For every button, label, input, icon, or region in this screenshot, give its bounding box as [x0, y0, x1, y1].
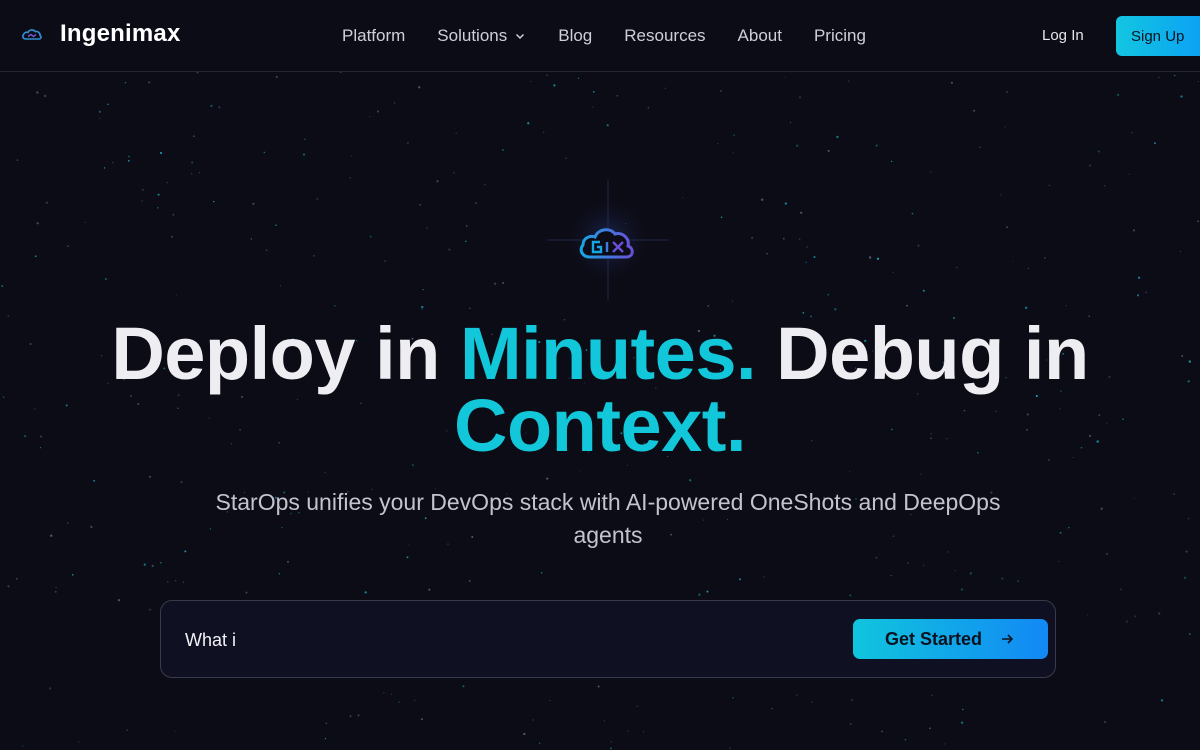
brand[interactable]: Ingenimax — [20, 20, 181, 48]
signup-button[interactable]: Sign Up — [1116, 16, 1200, 56]
prompt-box: Get Started — [160, 600, 1056, 678]
headline-text: Deploy in — [111, 312, 460, 395]
nav-item-blog[interactable]: Blog — [558, 24, 592, 48]
nav-item-label: Pricing — [813, 26, 866, 45]
nav-item-label: Blog — [558, 26, 593, 45]
hero-headline: Deploy in Minutes. Debug in Context. — [0, 317, 1200, 463]
brand-name: Ingenimax — [60, 20, 181, 47]
prompt-input[interactable] — [185, 628, 785, 652]
headline-text: Debug in — [756, 312, 1089, 395]
gix-cloud-icon — [548, 180, 668, 300]
main-menu: Platform Solutions Blog Resources About … — [342, 24, 898, 48]
nav-item-resources[interactable]: Resources — [624, 24, 705, 48]
cloud-logo-icon — [22, 29, 42, 40]
login-link[interactable]: Log In — [1042, 24, 1084, 48]
nav-item-label: Solutions — [437, 26, 508, 45]
headline-accent-context: Context. — [454, 384, 747, 467]
top-navigation: Ingenimax Platform Solutions Blog Resour… — [0, 0, 1200, 72]
nav-item-pricing[interactable]: Pricing — [814, 24, 866, 48]
chevron-down-icon — [516, 33, 525, 40]
nav-item-label: About — [737, 26, 782, 45]
nav-item-platform[interactable]: Platform — [342, 24, 405, 48]
nav-item-about[interactable]: About — [738, 24, 782, 48]
get-started-button[interactable]: Get Started — [853, 619, 1048, 659]
headline-accent-minutes: Minutes. — [459, 312, 757, 395]
get-started-label: Get Started — [885, 628, 983, 649]
nav-item-label: Platform — [342, 26, 406, 45]
nav-item-solutions[interactable]: Solutions — [437, 24, 526, 48]
nav-item-label: Resources — [624, 26, 706, 45]
hero-subtitle: StarOps unifies your DevOps stack with A… — [215, 489, 1001, 548]
arrow-right-icon — [1002, 634, 1014, 644]
